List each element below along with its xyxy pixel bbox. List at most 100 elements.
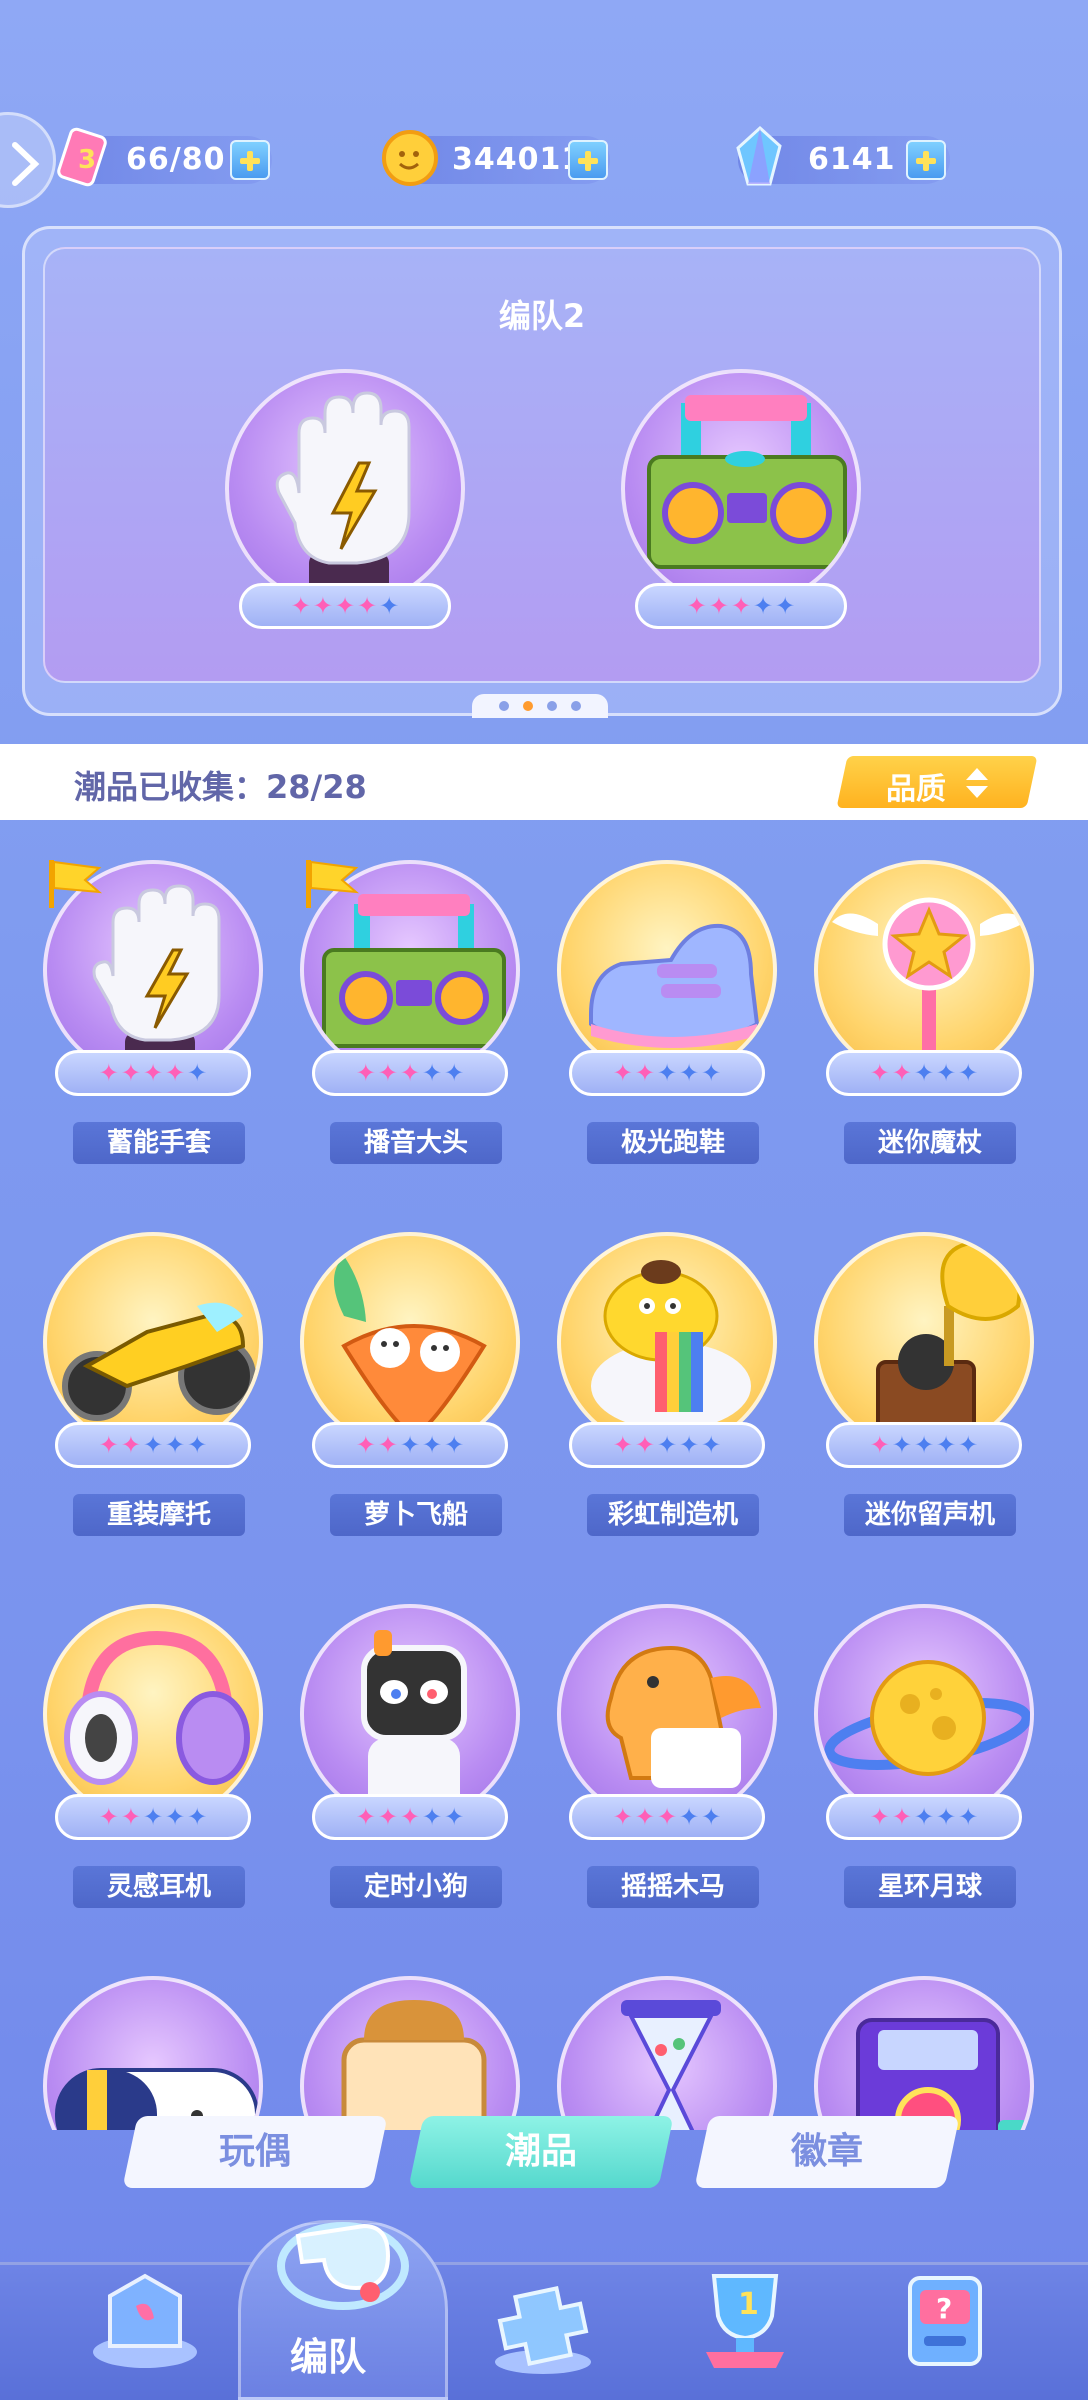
team-panel: 编队2 ✦ ✦ ✦ ✦ ✦ ✦ ✦ ✦ ✦ ✦: [22, 226, 1062, 716]
item-card[interactable]: [549, 1976, 779, 2130]
item-card[interactable]: ✦ ✦ ✦ ✦ ✦ 迷你留声机: [806, 1232, 1036, 1552]
item-card[interactable]: [292, 1976, 522, 2130]
tab-badges[interactable]: 徽章: [694, 2116, 960, 2188]
star-icon: ✦: [187, 1431, 208, 1459]
star-icon: ✦: [891, 1059, 912, 1087]
star-icon: ✦: [165, 1803, 186, 1831]
quality-sort-button[interactable]: 品质: [836, 756, 1038, 808]
star-icon: ✦: [165, 1059, 186, 1087]
gamepad-icon[interactable]: [478, 2262, 608, 2382]
page-dot-active[interactable]: [523, 701, 533, 711]
side-menu-tab[interactable]: [0, 112, 56, 208]
star-icon: ✦: [701, 1059, 722, 1087]
home-icon[interactable]: [80, 2256, 210, 2376]
star-icon: ✦: [357, 592, 378, 620]
add-stamina-button[interactable]: [230, 140, 270, 180]
item-card[interactable]: ✦ ✦ ✦ ✦ ✦ 迷你魔杖: [806, 860, 1036, 1180]
star-icon: ✦: [869, 1803, 890, 1831]
star-icon: ✦: [142, 1431, 164, 1459]
stamina-value: 66/80: [126, 142, 226, 177]
wand-icon: [832, 897, 1026, 1064]
star-icon: ✦: [355, 1803, 376, 1831]
page-dot[interactable]: [547, 701, 557, 711]
stamina-counter: 3 66/80: [57, 127, 272, 187]
item-portrait: [557, 1604, 777, 1824]
item-card[interactable]: ✦ ✦ ✦ ✦ ✦ 播音大头: [292, 860, 522, 1180]
item-stars: ✦ ✦ ✦ ✦ ✦: [569, 1050, 765, 1096]
carrot-icon: [334, 1256, 487, 1439]
item-portrait: [814, 1604, 1034, 1824]
item-card[interactable]: ✦ ✦ ✦ ✦ ✦ 蓄能手套: [35, 860, 265, 1180]
tab-badges-label: 徽章: [790, 2131, 863, 2172]
team-slot-1[interactable]: ✦ ✦ ✦ ✦ ✦: [225, 369, 465, 639]
team-slot-2-bg: [621, 369, 861, 609]
star-icon: ✦: [869, 1059, 890, 1087]
item-name: 彩虹制造机: [587, 1494, 759, 1536]
star-icon: ✦: [656, 1803, 678, 1831]
item-stars: ✦ ✦ ✦ ✦ ✦: [569, 1422, 765, 1468]
gem-value: 6141: [808, 142, 896, 177]
gramophone-icon: [876, 1239, 1022, 1434]
team-slot-1-bg: [225, 369, 465, 609]
add-coins-button[interactable]: [568, 140, 608, 180]
star-icon: ✦: [377, 1431, 398, 1459]
add-gems-button[interactable]: [906, 140, 946, 180]
star-icon: ✦: [775, 592, 796, 620]
item-card[interactable]: ✦ ✦ ✦ ✦ ✦ 摇摇木马: [549, 1604, 779, 1924]
tab-trends[interactable]: 潮品: [408, 2116, 674, 2188]
star-icon: ✦: [312, 592, 333, 620]
whistle-icon[interactable]: [268, 2196, 418, 2326]
item-portrait: [43, 1976, 263, 2130]
star-icon: ✦: [958, 1803, 979, 1831]
item-portrait: [557, 1232, 777, 1452]
rainbow-icon: [591, 1260, 751, 1430]
item-card[interactable]: ✦ ✦ ✦ ✦ ✦ 定时小狗: [292, 1604, 522, 1924]
trophy-icon[interactable]: 1: [680, 2256, 810, 2376]
star-icon: ✦: [377, 1059, 398, 1087]
item-stars: ✦ ✦ ✦ ✦ ✦: [55, 1050, 251, 1096]
star-icon: ✦: [399, 1803, 421, 1831]
quality-sort-label: 品质: [886, 772, 946, 807]
team-slot-2[interactable]: ✦ ✦ ✦ ✦ ✦: [621, 369, 861, 639]
svg-text:?: ?: [936, 2292, 952, 2325]
team-title: 编队2: [498, 297, 586, 335]
star-icon: ✦: [120, 1431, 141, 1459]
horse-icon: [605, 1645, 761, 1788]
item-card[interactable]: ✦ ✦ ✦ ✦ ✦ 重装摩托: [35, 1232, 265, 1552]
item-stars: ✦ ✦ ✦ ✦ ✦: [826, 1422, 1022, 1468]
item-card[interactable]: ✦ ✦ ✦ ✦ ✦ 萝卜飞船: [292, 1232, 522, 1552]
item-card[interactable]: [35, 1976, 265, 2130]
item-card[interactable]: ✦ ✦ ✦ ✦ ✦ 星环月球: [806, 1604, 1036, 1924]
item-portrait: [43, 1604, 263, 1824]
item-name: 萝卜飞船: [330, 1494, 502, 1536]
star-icon: ✦: [444, 1803, 465, 1831]
page-dot[interactable]: [499, 701, 509, 711]
star-icon: ✦: [355, 1059, 376, 1087]
item-stars: ✦ ✦ ✦ ✦ ✦: [312, 1794, 508, 1840]
star-icon: ✦: [422, 1059, 443, 1087]
slot-machine-icon[interactable]: ?: [880, 2256, 1010, 2376]
item-card[interactable]: ✦ ✦ ✦ ✦ ✦ 极光跑鞋: [549, 860, 779, 1180]
tab-dolls[interactable]: 玩偶: [122, 2116, 388, 2188]
moon-icon: [824, 1660, 1030, 1776]
star-icon: ✦: [634, 1803, 655, 1831]
item-portrait: [814, 860, 1034, 1080]
currency-bar: 3 66/80 344011 6141: [0, 112, 1088, 208]
item-card[interactable]: [806, 1976, 1036, 2130]
item-card[interactable]: ✦ ✦ ✦ ✦ ✦ 彩虹制造机: [549, 1232, 779, 1552]
team-panel-inner: 编队2 ✦ ✦ ✦ ✦ ✦ ✦ ✦ ✦ ✦ ✦: [43, 247, 1041, 683]
item-name: 迷你留声机: [844, 1494, 1016, 1536]
star-icon: ✦: [165, 1431, 186, 1459]
sort-updown-icon: [966, 768, 988, 798]
star-icon: ✦: [679, 1431, 700, 1459]
equipped-flag-icon: [45, 860, 105, 914]
item-stars: ✦ ✦ ✦ ✦ ✦: [826, 1794, 1022, 1840]
star-icon: ✦: [753, 592, 774, 620]
star-icon: ✦: [422, 1431, 443, 1459]
item-name: 摇摇木马: [587, 1866, 759, 1908]
page-dot[interactable]: [571, 701, 581, 711]
item-name: 定时小狗: [330, 1866, 502, 1908]
item-card[interactable]: ✦ ✦ ✦ ✦ ✦ 灵感耳机: [35, 1604, 265, 1924]
item-stars: ✦ ✦ ✦ ✦ ✦: [569, 1794, 765, 1840]
star-icon: ✦: [98, 1803, 119, 1831]
